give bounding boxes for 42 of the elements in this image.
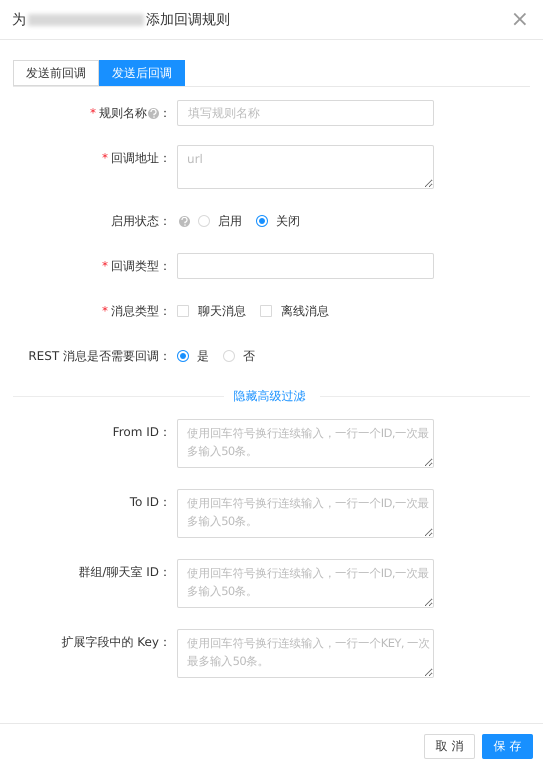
field-label: REST 消息是否需要回调： (28, 348, 171, 364)
radio-button[interactable] (256, 215, 268, 227)
tab[interactable]: 发送后回调 (99, 60, 185, 86)
field-label: 扩展字段中的 Key： (61, 634, 171, 650)
dialog-button[interactable]: 保 存 (482, 734, 533, 759)
help-icon[interactable] (179, 216, 190, 226)
field-label: 回调地址： (111, 150, 171, 166)
radio-button[interactable] (177, 350, 189, 362)
field-label: 规则名称 (99, 104, 147, 122)
dialog-title: 添加回调规则 (146, 10, 230, 28)
text-area[interactable]: url (177, 145, 434, 189)
required-mark: * (102, 304, 108, 318)
option-label: 是 (197, 348, 209, 364)
dialog-title: 为 (12, 10, 26, 28)
option-label: 聊天消息 (198, 302, 246, 320)
required-mark: * (90, 106, 96, 120)
text-field[interactable] (177, 253, 434, 279)
option-label: 否 (243, 348, 255, 364)
text-area[interactable]: 使用回车符号换行连续输入，一行一个ID,一次最多输入50条。 (177, 419, 434, 468)
field-label: 回调类型： (111, 258, 171, 274)
field-label: 群组/聊天室 ID： (78, 564, 171, 580)
text-area[interactable]: 使用回车符号换行连续输入，一行一个ID,一次最多输入50条。 (177, 489, 434, 538)
field-label: ： (159, 104, 171, 122)
checkbox[interactable] (177, 305, 189, 317)
field-label: To ID： (130, 494, 171, 510)
text-area[interactable]: 使用回车符号换行连续输入，一行一个KEY, 一次最多输入50条。 (177, 629, 434, 678)
dialog-button[interactable]: 取 消 (424, 734, 475, 759)
toggle-link[interactable]: 隐藏高级过滤 (220, 388, 320, 405)
option-label: 关闭 (276, 212, 300, 230)
text-area[interactable]: 使用回车符号换行连续输入，一行一个ID,一次最多输入50条。 (177, 559, 434, 608)
option-label: 离线消息 (281, 302, 329, 320)
text-field[interactable]: 填写规则名称 (177, 100, 434, 126)
required-mark: * (102, 151, 108, 165)
tab[interactable]: 发送前回调 (13, 60, 99, 86)
required-mark: * (102, 259, 108, 273)
option-label: 启用 (218, 212, 242, 230)
field-label: From ID： (112, 424, 171, 440)
help-icon[interactable] (148, 108, 159, 118)
close-button[interactable]: × (508, 8, 531, 30)
field-label: 消息类型： (111, 302, 171, 320)
field-label: 启用状态： (111, 212, 171, 230)
checkbox[interactable] (260, 305, 272, 317)
